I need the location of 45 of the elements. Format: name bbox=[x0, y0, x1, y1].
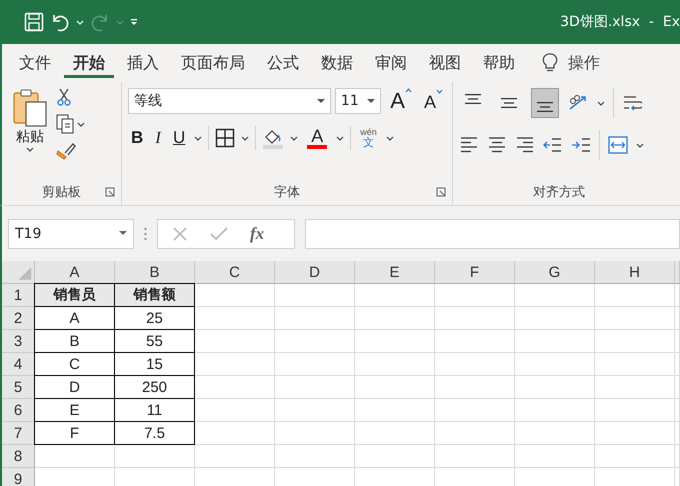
row-header[interactable]: 2 bbox=[2, 307, 35, 330]
ribbon-tab[interactable]: 页面布局 bbox=[172, 48, 254, 78]
column-header[interactable]: E bbox=[355, 261, 435, 284]
table-cell: F bbox=[34, 421, 115, 445]
column-header[interactable]: G bbox=[515, 261, 595, 284]
ribbon-tab[interactable]: 文件 bbox=[10, 48, 60, 78]
font-color-button[interactable]: A bbox=[304, 127, 330, 149]
window-title: 3D饼图.xlsx - Ex bbox=[560, 13, 680, 31]
column-header[interactable]: H bbox=[595, 261, 675, 284]
ribbon-tab[interactable]: 插入 bbox=[118, 48, 168, 78]
ribbon-tab[interactable]: 开始 bbox=[64, 48, 114, 78]
paste-button[interactable]: 粘贴 bbox=[8, 88, 52, 168]
row-header[interactable]: 3 bbox=[2, 330, 35, 353]
bold-button[interactable]: B bbox=[128, 128, 146, 148]
group-label: 字体 bbox=[274, 184, 300, 201]
shrink-font-button[interactable]: A bbox=[420, 89, 446, 113]
font-size-field[interactable]: 11 bbox=[334, 88, 382, 114]
name-box[interactable]: T19 bbox=[8, 218, 134, 248]
row-header[interactable]: 4 bbox=[2, 353, 35, 376]
phonetic-button[interactable]: wén 文 bbox=[357, 127, 380, 149]
ribbon-tab[interactable]: 公式 bbox=[258, 48, 308, 78]
row-header[interactable]: 9 bbox=[2, 468, 35, 486]
row-header[interactable]: 8 bbox=[2, 445, 35, 468]
row-header[interactable]: 7 bbox=[2, 422, 35, 445]
table-cell: 销售员 bbox=[34, 283, 115, 307]
row-header[interactable]: 5 bbox=[2, 376, 35, 399]
ribbon-tab[interactable]: 视图 bbox=[420, 48, 470, 78]
column-header[interactable]: C bbox=[195, 261, 275, 284]
font-name-field[interactable]: 等线 bbox=[128, 88, 331, 114]
table-cell: 7.5 bbox=[114, 421, 195, 445]
row-header[interactable]: 6 bbox=[2, 399, 35, 422]
table-cell: 销售额 bbox=[114, 283, 195, 307]
ribbon-tab[interactable]: 帮助 bbox=[474, 48, 524, 78]
ribbon-tab[interactable]: 数据 bbox=[312, 48, 362, 78]
search-label[interactable]: 操作 bbox=[568, 52, 600, 74]
column-header[interactable]: D bbox=[275, 261, 355, 284]
grow-font-button[interactable]: A bbox=[387, 88, 415, 114]
group-label: 对齐方式 bbox=[533, 184, 585, 201]
insert-function-button[interactable]: fx bbox=[250, 224, 264, 244]
group-label: 剪贴板 bbox=[42, 184, 81, 201]
underline-button[interactable]: U bbox=[170, 128, 188, 148]
ribbon-tab[interactable]: 审阅 bbox=[366, 48, 416, 78]
row-header[interactable]: 1 bbox=[2, 284, 35, 307]
column-header[interactable]: F bbox=[435, 261, 515, 284]
italic-button[interactable]: I bbox=[152, 128, 164, 148]
